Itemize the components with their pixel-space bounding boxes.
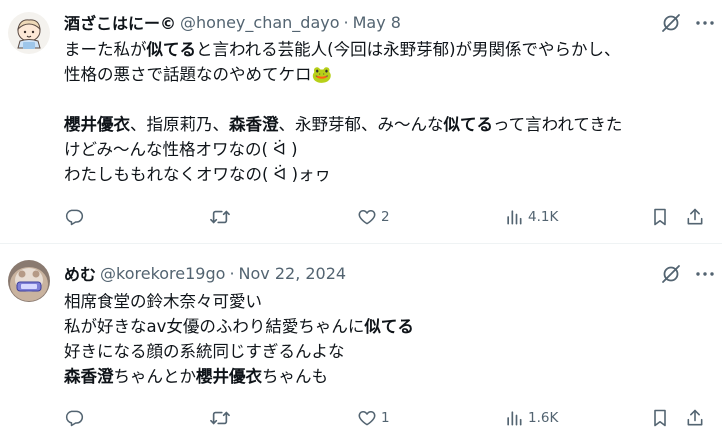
repost-button[interactable] — [209, 404, 235, 432]
tweet[interactable]: めむ @korekore19go · Nov 22, 2024 相席食堂の鈴木奈… — [0, 244, 722, 437]
display-name[interactable]: 酒ざこはにー© — [64, 10, 176, 34]
tweet-actions: 2 4.1K — [0, 203, 722, 231]
text-segment: 私が好きなav女優のふわり結愛ちゃんに — [64, 317, 365, 336]
like-button[interactable]: 1 — [357, 404, 390, 432]
text-segment: 好きになる顔の系統同じすぎるんよな — [64, 342, 345, 361]
grok-icon[interactable] — [660, 12, 682, 34]
text-segment: 性格の悪さで話題なのやめてケロ🐸 — [64, 65, 333, 84]
tweet-text-line: 森香澄ちゃんとか櫻井優衣ちゃんも — [64, 364, 710, 389]
tweet-date[interactable]: Nov 22, 2024 — [239, 264, 347, 283]
tweet-text-line: けどみ〜んな性格オワなの( ᐛ ) — [64, 137, 710, 162]
separator-dot: · — [229, 263, 235, 283]
text-segment: ちゃんとか — [113, 367, 197, 386]
repost-button[interactable] — [209, 203, 235, 231]
tweet-header: めむ @korekore19go · Nov 22, 2024 — [64, 261, 347, 285]
tweet-header: 酒ざこはにー© @honey_chan_dayo · May 8 — [64, 10, 401, 34]
display-name[interactable]: めむ — [64, 261, 96, 285]
grok-icon[interactable] — [660, 263, 682, 285]
share-button[interactable] — [685, 203, 705, 231]
views-count: 1.6K — [528, 410, 559, 426]
retweet-icon — [210, 411, 230, 425]
share-button[interactable] — [685, 404, 705, 432]
tweet-text-line: 性格の悪さで話題なのやめてケロ🐸 — [64, 62, 710, 87]
text-segment: けどみ〜んな性格オワなの( ᐛ ) — [64, 140, 298, 159]
text-segment: まーた私が — [64, 40, 147, 59]
tweet-text-line: 相席食堂の鈴木奈々可愛い — [64, 289, 710, 314]
text-segment: 、永野芽郁、み〜んな — [278, 115, 444, 134]
tweet-text-line: 櫻井優衣、指原莉乃、森香澄、永野芽郁、み〜んな似てるって言われてきた — [64, 112, 710, 137]
bookmark-icon — [654, 409, 666, 427]
views-button[interactable]: 1.6K — [504, 404, 558, 432]
avatar[interactable] — [8, 260, 50, 302]
bookmark-icon — [654, 208, 666, 226]
reply-button[interactable] — [64, 404, 88, 432]
text-segment: ちゃんも — [262, 367, 328, 386]
bold-text: 森香澄 — [64, 367, 114, 386]
tweet-text: まーた私が似てると言われる芸能人(今回は永野芽郁)が男関係でやらかし、 性格の悪さ… — [64, 37, 710, 187]
user-handle[interactable]: @honey_chan_dayo — [180, 13, 339, 32]
like-button[interactable]: 2 — [357, 203, 390, 231]
share-icon — [687, 208, 703, 225]
tweet-text: 相席食堂の鈴木奈々可愛い 私が好きなav女優のふわり結愛ちゃんに似てる 好きになる顔… — [64, 289, 710, 389]
user-handle[interactable]: @korekore19go — [100, 264, 225, 283]
tweet[interactable]: 酒ざこはにー© @honey_chan_dayo · May 8 まーた私が似て… — [0, 0, 722, 243]
bookmark-button[interactable] — [650, 404, 670, 432]
tweet-actions: 1 1.6K — [0, 404, 722, 432]
share-icon — [687, 409, 703, 426]
text-segment: わたしももれなくオワなの( ᐛ )ォヮ — [64, 165, 332, 184]
text-segment: と言われる芸能人(今回は永野芽郁)が男関係でやらかし、 — [196, 40, 621, 59]
tweet-text-line — [64, 87, 710, 112]
bold-text: 似てる — [443, 115, 494, 134]
tweet-text-line: わたしももれなくオワなの( ᐛ )ォヮ — [64, 162, 710, 187]
reply-icon — [65, 410, 84, 427]
text-segment: 相席食堂の鈴木奈々可愛い — [64, 292, 262, 311]
retweet-icon — [210, 210, 230, 224]
more-icon[interactable] — [692, 263, 718, 285]
text-segment: 、指原莉乃、 — [130, 115, 229, 134]
tweet-text-line: 好きになる顔の系統同じすぎるんよな — [64, 339, 710, 364]
views-icon — [507, 411, 522, 426]
like-count: 2 — [381, 209, 390, 225]
tweet-text-line: まーた私が似てると言われる芸能人(今回は永野芽郁)が男関係でやらかし、 — [64, 37, 710, 62]
reply-button[interactable] — [64, 203, 88, 231]
heart-icon — [358, 411, 376, 426]
bold-text: 森香澄 — [229, 115, 279, 134]
text-segment: って言われてきた — [493, 115, 623, 134]
views-count: 4.1K — [528, 209, 559, 225]
avatar[interactable] — [8, 12, 50, 54]
heart-icon — [358, 210, 376, 225]
bold-text: 似てる — [146, 40, 197, 59]
views-icon — [507, 210, 522, 225]
views-button[interactable]: 4.1K — [504, 203, 558, 231]
separator-dot: · — [343, 12, 349, 32]
reply-icon — [65, 209, 84, 226]
like-count: 1 — [381, 410, 390, 426]
bold-text: 櫻井優衣 — [64, 115, 130, 134]
bookmark-button[interactable] — [650, 203, 670, 231]
tweet-date[interactable]: May 8 — [353, 13, 401, 32]
more-icon[interactable] — [692, 12, 718, 34]
bold-text: 櫻井優衣 — [196, 367, 262, 386]
bold-text: 似てる — [364, 317, 414, 336]
tweet-text-line: 私が好きなav女優のふわり結愛ちゃんに似てる — [64, 314, 710, 339]
